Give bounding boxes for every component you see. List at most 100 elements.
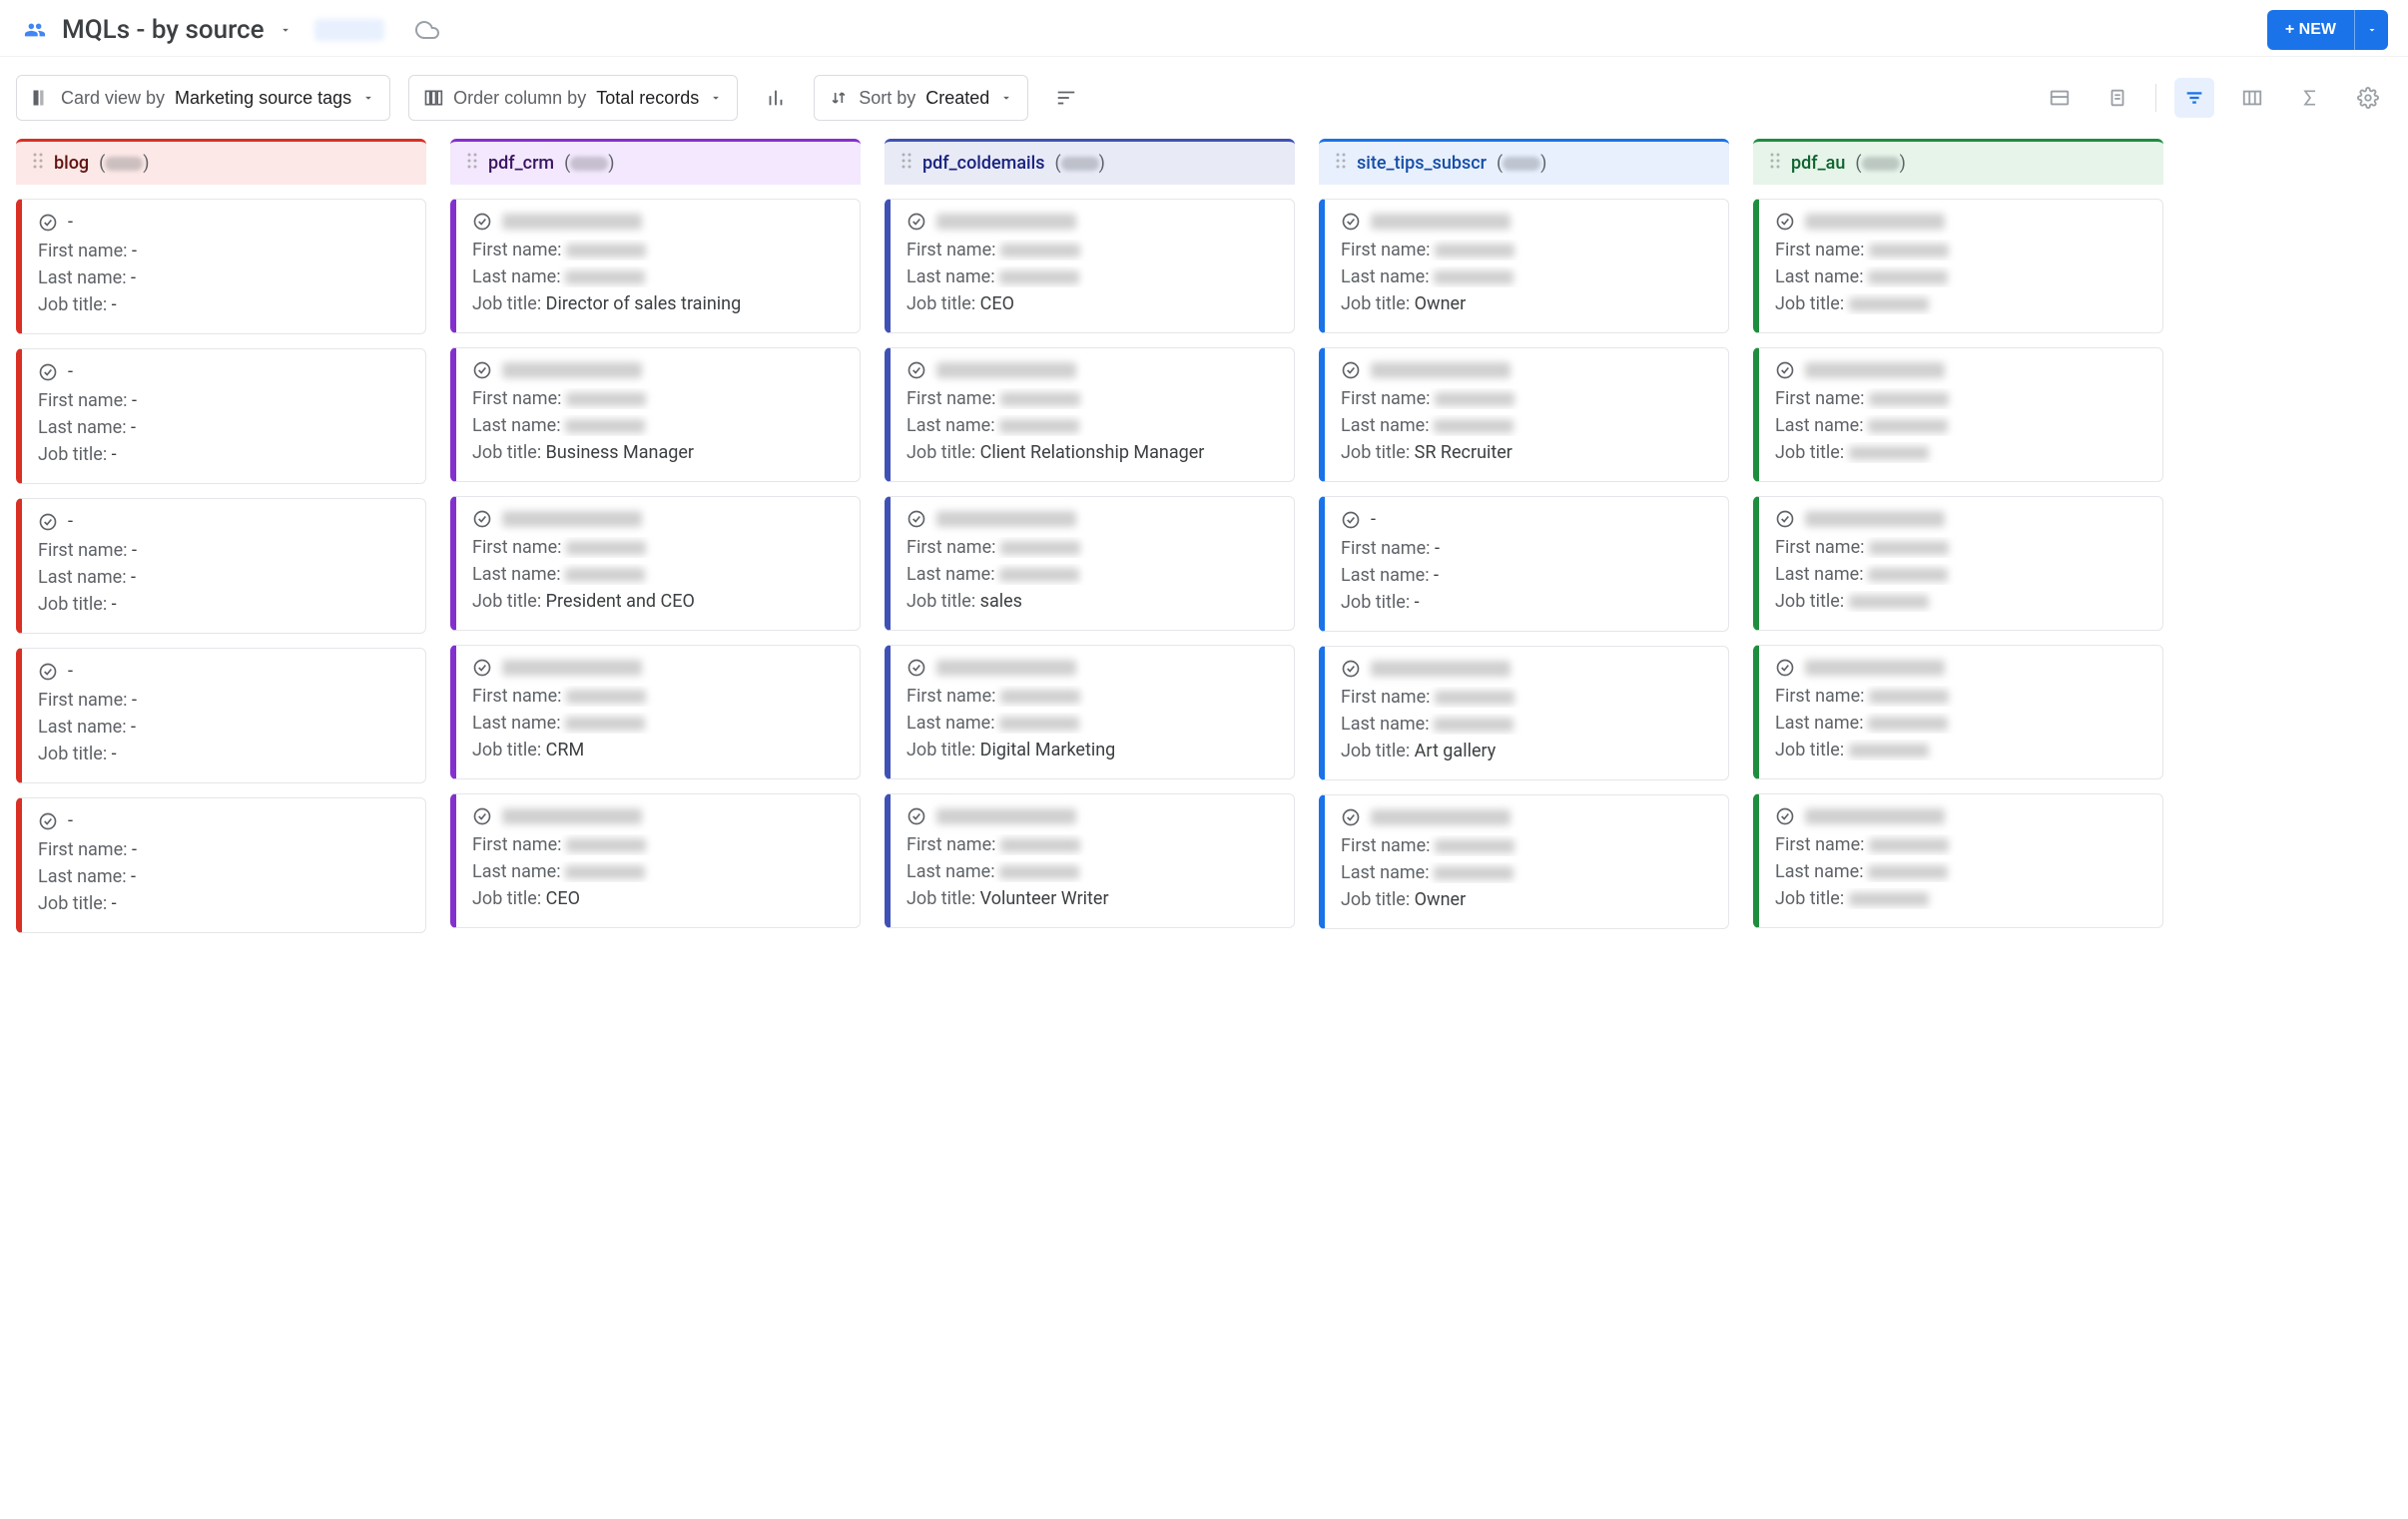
record-card[interactable]: First name: Last name: Job title: CEO [885,199,1295,333]
record-card[interactable]: First name: Last name: Job title: [1753,199,2163,333]
record-card[interactable]: First name: Last name: Job title: Busine… [450,347,861,482]
check-circle-icon [906,360,926,380]
field-value: - [132,690,137,711]
record-card[interactable]: First name: Last name: Job title: Direct… [450,199,861,333]
card-field: Job title: - [38,444,409,465]
field-label: Job title: [1775,888,1849,909]
sort-options-icon[interactable] [1046,78,1086,118]
card-title-row [1775,212,2146,232]
card-field: Last name: - [38,417,409,438]
field-label: First name: [1775,537,1869,558]
record-card[interactable]: First name: Last name: Job title: Presid… [450,496,861,631]
record-card[interactable]: First name: Last name: Job title: Volunt… [885,793,1295,928]
card-field: Job title: - [1341,592,1712,613]
card-layout-icon[interactable] [2040,78,2080,118]
column-header[interactable]: pdf_crm() [450,139,861,185]
record-card[interactable]: -First name: -Last name: -Job title: - [16,498,426,634]
column-body: First name: Last name: Job title: Direct… [450,185,861,928]
column-header[interactable]: blog() [16,139,426,185]
field-value: Business Manager [546,442,694,463]
record-card[interactable]: -First name: -Last name: -Job title: - [16,797,426,933]
field-label: Job title: [472,293,546,314]
column-header[interactable]: pdf_au() [1753,139,2163,185]
drag-handle-icon[interactable] [1769,152,1781,175]
field-label: First name: [906,686,1000,707]
drag-handle-icon[interactable] [32,152,44,175]
record-card[interactable]: -First name: -Last name: -Job title: - [16,199,426,334]
redacted-value [1849,297,1929,311]
gear-icon[interactable] [2348,78,2388,118]
field-label: Last name: [472,564,565,585]
field-label: Last name: [906,713,999,734]
sort-value: Created [925,88,989,109]
card-view-selector[interactable]: Card view by Marketing source tags [16,75,390,121]
card-field: First name: - [38,839,409,860]
field-label: Last name: [1341,266,1434,287]
redacted-title [936,362,1076,378]
redacted-value [1849,595,1929,609]
record-card[interactable]: First name: Last name: Job title: [1753,645,2163,779]
cloud-sync-icon[interactable] [412,18,442,42]
record-card[interactable]: First name: Last name: Job title: Client… [885,347,1295,482]
record-card[interactable]: First name: Last name: Job title: [1753,347,2163,482]
record-card[interactable]: First name: Last name: Job title: [1753,496,2163,631]
record-card[interactable]: First name: Last name: Job title: sales [885,496,1295,631]
new-button[interactable]: + NEW [2267,10,2354,50]
record-card[interactable]: First name: Last name: Job title: Digita… [885,645,1295,779]
column-header[interactable]: pdf_coldemails() [885,139,1295,185]
record-card[interactable]: First name: Last name: Job title: CRM [450,645,861,779]
view-title-dropdown[interactable] [279,23,293,37]
field-label: Last name: [1341,565,1434,586]
record-card[interactable]: -First name: -Last name: -Job title: - [16,648,426,783]
drag-handle-icon[interactable] [1335,152,1347,175]
sigma-icon[interactable] [2290,78,2330,118]
field-value: CEO [546,888,580,909]
field-value: - [132,839,137,860]
redacted-value [1000,392,1080,406]
board-column: pdf_crm() First name: Last name: Job titl… [450,139,861,1518]
card-title-row: - [38,810,409,831]
field-label: Last name: [906,564,999,585]
card-field: Last name: [472,266,844,287]
card-title: - [68,810,73,831]
column-header[interactable]: site_tips_subscr() [1319,139,1729,185]
card-field: Last name: [1775,713,2146,734]
record-card[interactable]: -First name: -Last name: -Job title: - [1319,496,1729,632]
card-title-row [906,509,1278,529]
field-label: First name: [472,686,566,707]
field-value: - [112,744,117,764]
drag-handle-icon[interactable] [466,152,478,175]
drag-handle-icon[interactable] [901,152,912,175]
card-title-row [906,806,1278,826]
field-label: Last name: [38,717,131,738]
field-label: Job title: [1341,741,1415,761]
field-label: First name: [1775,834,1869,855]
view-title[interactable]: MQLs - by source [62,15,265,45]
chart-toggle-icon[interactable] [756,78,796,118]
sort-selector[interactable]: Sort by Created [814,75,1028,121]
record-card[interactable]: First name: Last name: Job title: SR Rec… [1319,347,1729,482]
record-card[interactable]: First name: Last name: Job title: [1753,793,2163,928]
record-card[interactable]: First name: Last name: Job title: Owner [1319,199,1729,333]
card-field: Last name: [1341,415,1712,436]
columns-icon[interactable] [2232,78,2272,118]
card-field: Job title: [1775,740,2146,760]
card-field: Job title: - [38,893,409,914]
check-circle-icon [1341,212,1361,232]
new-button-dropdown[interactable] [2354,10,2388,50]
clipboard-icon[interactable] [2098,78,2137,118]
record-card[interactable]: First name: Last name: Job title: CEO [450,793,861,928]
redacted-title [1805,362,1945,378]
record-card[interactable]: -First name: -Last name: -Job title: - [16,348,426,484]
card-field: Job title: [1775,293,2146,314]
redacted-value [1869,392,1949,406]
field-value: CEO [980,293,1014,314]
record-card[interactable]: First name: Last name: Job title: Owner [1319,794,1729,929]
order-column-selector[interactable]: Order column by Total records [408,75,738,121]
record-card[interactable]: First name: Last name: Job title: Art ga… [1319,646,1729,780]
redacted-value [566,690,646,704]
field-value: Director of sales training [546,293,742,314]
card-title-row [472,212,844,232]
field-label: Job title: [906,293,980,314]
filter-icon[interactable] [2174,78,2214,118]
